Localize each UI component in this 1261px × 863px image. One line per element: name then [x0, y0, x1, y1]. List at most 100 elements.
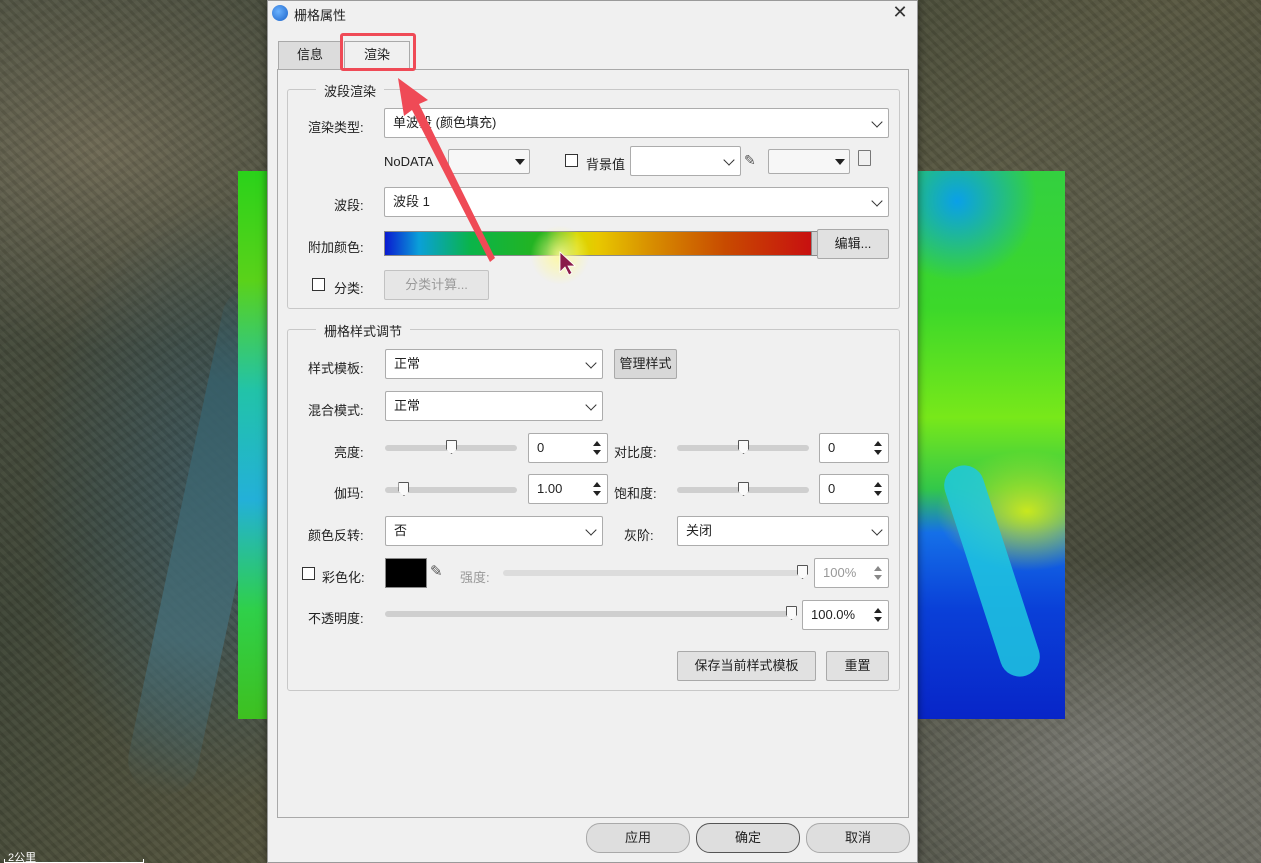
chevron-down-icon: [585, 524, 597, 536]
cursor-highlight: [530, 225, 590, 285]
bg-value-select[interactable]: [630, 146, 741, 176]
brightness-spinbox[interactable]: 0: [528, 433, 608, 463]
chevron-down-icon: [871, 524, 883, 536]
render-panel: 波段渲染 渲染类型: 单波段 (颜色填充) NoDATA 背景值 ✎ 波段: 波…: [277, 69, 909, 818]
tab-render[interactable]: 渲染: [344, 41, 410, 71]
nodata-label: NoDATA: [384, 154, 434, 169]
spin-down-icon[interactable]: [874, 575, 882, 580]
invert-label: 颜色反转:: [308, 528, 364, 543]
render-type-select[interactable]: 单波段 (颜色填充): [384, 108, 889, 138]
gamma-value: 1.00: [537, 481, 563, 496]
template-value: 正常: [394, 356, 421, 371]
blend-mode-value: 正常: [394, 398, 421, 413]
eyedropper-icon[interactable]: ✎: [430, 562, 443, 580]
colorize-color-swatch[interactable]: [385, 558, 427, 588]
dropdown-arrow-icon: [515, 159, 525, 165]
opacity-label: 不透明度:: [308, 611, 364, 626]
contrast-spinbox[interactable]: 0: [819, 433, 889, 463]
color-ramp-label: 附加颜色:: [308, 240, 364, 255]
raster-layer-left-edge: [238, 171, 270, 719]
colorize-checkbox[interactable]: [302, 567, 315, 580]
close-icon[interactable]: ✕: [889, 1, 911, 23]
dropdown-arrow-icon: [835, 159, 845, 165]
gamma-slider[interactable]: [385, 482, 517, 496]
spin-down-icon[interactable]: [874, 450, 882, 455]
apply-button[interactable]: 应用: [586, 823, 690, 853]
band-select[interactable]: 波段 1: [384, 187, 889, 217]
reset-button[interactable]: 重置: [826, 651, 889, 681]
blend-mode-label: 混合模式:: [308, 403, 364, 418]
saturation-label: 饱和度:: [614, 486, 657, 501]
raster-properties-dialog: 栅格属性 ✕ 信息 渲染 波段渲染 渲染类型: 单波段 (颜色填充) NoDAT…: [267, 0, 918, 863]
spin-up-icon[interactable]: [874, 566, 882, 571]
intensity-value: 100%: [823, 565, 857, 580]
intensity-slider[interactable]: [503, 565, 808, 579]
spin-down-icon[interactable]: [874, 617, 882, 622]
classify-calc-button[interactable]: 分类计算...: [384, 270, 489, 300]
ok-button[interactable]: 确定: [696, 823, 800, 853]
save-style-template-button[interactable]: 保存当前样式模板: [677, 651, 816, 681]
classify-checkbox[interactable]: [312, 278, 325, 291]
contrast-slider[interactable]: [677, 440, 809, 454]
saturation-spinbox[interactable]: 0: [819, 474, 889, 504]
spin-up-icon[interactable]: [874, 482, 882, 487]
spin-up-icon[interactable]: [593, 482, 601, 487]
spin-down-icon[interactable]: [593, 450, 601, 455]
spin-up-icon[interactable]: [874, 608, 882, 613]
classify-label: 分类:: [334, 281, 364, 296]
bg-value-label: 背景值: [586, 157, 626, 172]
raster-style-group: 栅格样式调节: [287, 321, 900, 691]
dialog-titlebar[interactable]: 栅格属性 ✕: [268, 1, 917, 25]
render-type-value: 单波段 (颜色填充): [393, 115, 497, 130]
band-value: 波段 1: [393, 194, 430, 209]
contrast-value: 0: [828, 440, 836, 455]
chevron-down-icon: [871, 116, 883, 128]
gamma-label: 伽玛:: [334, 486, 364, 501]
band-label: 波段:: [334, 198, 364, 213]
edit-file-icon[interactable]: [858, 150, 871, 166]
bg-value-checkbox[interactable]: [565, 154, 578, 167]
grayscale-value: 关闭: [686, 523, 713, 538]
spin-down-icon[interactable]: [593, 491, 601, 496]
raster-layer-right-edge: [917, 171, 1065, 719]
band-render-legend: 波段渲染: [316, 81, 385, 100]
brightness-label: 亮度:: [334, 445, 364, 460]
color-ramp-select[interactable]: [384, 231, 812, 256]
cancel-button[interactable]: 取消: [806, 823, 910, 853]
chevron-down-icon: [585, 399, 597, 411]
blend-mode-select[interactable]: 正常: [385, 391, 603, 421]
spin-down-icon[interactable]: [874, 491, 882, 496]
eyedropper-icon[interactable]: ✎: [744, 152, 756, 169]
intensity-label: 强度:: [460, 570, 490, 585]
template-select[interactable]: 正常: [385, 349, 603, 379]
intensity-spinbox[interactable]: 100%: [814, 558, 889, 588]
chevron-down-icon: [871, 195, 883, 207]
dialog-title: 栅格属性: [294, 8, 347, 23]
saturation-value: 0: [828, 481, 836, 496]
gamma-spinbox[interactable]: 1.00: [528, 474, 608, 504]
brightness-value: 0: [537, 440, 545, 455]
edit-color-button[interactable]: 编辑...: [817, 229, 889, 259]
map-scale-bar: 2公里: [4, 851, 144, 863]
brightness-slider[interactable]: [385, 440, 517, 454]
template-label: 样式模板:: [308, 361, 364, 376]
grayscale-label: 灰阶:: [624, 528, 654, 543]
invert-value: 否: [394, 523, 408, 538]
opacity-slider[interactable]: [385, 606, 797, 620]
spin-up-icon[interactable]: [874, 441, 882, 446]
invert-select[interactable]: 否: [385, 516, 603, 546]
contrast-label: 对比度:: [614, 445, 657, 460]
chevron-down-icon: [585, 357, 597, 369]
opacity-spinbox[interactable]: 100.0%: [802, 600, 889, 630]
render-type-label: 渲染类型:: [308, 120, 364, 135]
saturation-slider[interactable]: [677, 482, 809, 496]
manage-style-button[interactable]: 管理样式: [614, 349, 677, 379]
nodata-color-select[interactable]: [448, 149, 530, 174]
grayscale-select[interactable]: 关闭: [677, 516, 889, 546]
tab-info[interactable]: 信息: [278, 41, 342, 69]
bg-color-select[interactable]: [768, 149, 850, 174]
chevron-down-icon: [723, 154, 735, 166]
raster-style-legend: 栅格样式调节: [316, 321, 411, 340]
spin-up-icon[interactable]: [593, 441, 601, 446]
opacity-value: 100.0%: [811, 607, 856, 622]
